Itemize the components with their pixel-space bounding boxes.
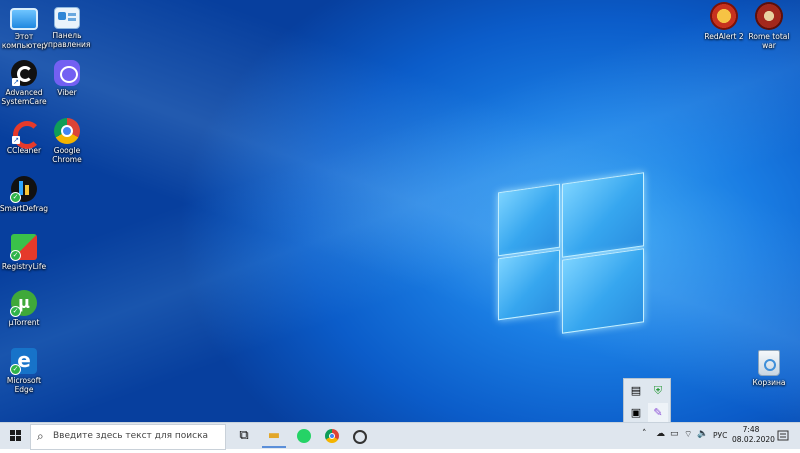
control-panel-icon	[54, 7, 80, 29]
shortcut-arrow-icon: ↗	[12, 136, 20, 144]
battery-icon[interactable]: ▭	[670, 429, 679, 439]
redalert-icon	[710, 2, 738, 30]
edge-icon: e ✓	[10, 348, 37, 375]
search-placeholder: Введите здесь текст для поиска	[53, 431, 209, 441]
viber-icon	[54, 60, 80, 86]
desktop-icon-viber[interactable]: Viber	[39, 60, 95, 97]
clock-time: 7:48	[742, 425, 760, 434]
search-icon: ⌕	[37, 429, 44, 443]
desktop-icon-label: Корзина	[752, 378, 786, 387]
desktop-icon-microsoft-edge[interactable]: e ✓ Microsoft Edge	[0, 348, 52, 394]
desktop-icon-control-panel[interactable]: Панель управления	[39, 4, 95, 49]
task-view-icon[interactable]: ⧉	[232, 424, 256, 448]
light-beam	[0, 0, 800, 422]
systemcare-icon: ↗	[11, 60, 37, 86]
desktop-icon-label: Google Chrome	[52, 146, 82, 164]
sync-check-icon: ✓	[10, 306, 21, 317]
desktop-icon-recycle-bin[interactable]: Корзина	[741, 350, 797, 387]
windows-start-icon	[10, 430, 21, 441]
desktop-icon-label: SmartDefrag	[0, 204, 49, 213]
network-icon[interactable]: ⌔	[684, 429, 692, 440]
media-icon[interactable]	[348, 424, 372, 448]
rome-icon	[755, 2, 783, 30]
network-monitor-icon[interactable]: ▤	[626, 381, 646, 401]
desktop-icon-rome-total-war[interactable]: Rome total war	[741, 2, 797, 50]
desktop[interactable]: Этот компьютер Панель управления ↗ Advan…	[0, 0, 800, 422]
registrylife-icon: ✓	[10, 234, 37, 261]
smartdefrag-icon: ✓	[10, 176, 37, 203]
pen-icon[interactable]: ✎	[648, 403, 668, 422]
desktop-icon-smartdefrag[interactable]: ✓ SmartDefrag	[0, 176, 52, 213]
sync-check-icon: ✓	[10, 250, 21, 261]
ccleaner-icon: ↗	[11, 118, 41, 149]
desktop-icon-label: RegistryLife	[1, 262, 47, 271]
taskbar: ⌕ Введите здесь текст для поиска ⧉ ▬ ˄ ☁…	[0, 422, 800, 450]
sync-check-icon: ✓	[10, 364, 21, 375]
desktop-icon-label: Viber	[57, 88, 77, 97]
file-explorer-icon[interactable]: ▬	[262, 424, 286, 448]
monitor-icon	[10, 8, 38, 30]
desktop-icon-label: Microsoft Edge	[6, 376, 42, 394]
desktop-icon-utorrent[interactable]: µ ✓ µTorrent	[0, 290, 52, 327]
cloud-icon[interactable]: ☁	[656, 429, 665, 439]
chrome-icon[interactable]	[320, 424, 344, 448]
desktop-icon-registrylife[interactable]: ✓ RegistryLife	[0, 234, 52, 271]
sync-check-icon: ✓	[10, 192, 21, 203]
desktop-icon-label: µTorrent	[8, 318, 40, 327]
shortcut-arrow-icon: ↗	[12, 78, 20, 86]
clock[interactable]: 7:48 08.02.2020	[732, 425, 775, 445]
whatsapp-icon[interactable]	[292, 424, 316, 448]
language-indicator[interactable]: РУС	[713, 431, 727, 440]
search-box[interactable]: ⌕ Введите здесь текст для поиска	[30, 424, 226, 450]
start-button[interactable]	[4, 423, 28, 449]
display-icon[interactable]: ▣	[626, 403, 646, 422]
notification-center-icon[interactable]	[776, 428, 790, 442]
desktop-icon-label: Панель управления	[43, 31, 91, 49]
desktop-icon-google-chrome[interactable]: Google Chrome	[39, 118, 95, 164]
recycle-bin-icon	[758, 350, 780, 376]
clock-date: 08.02.2020	[732, 435, 775, 444]
security-shield-icon[interactable]: ⛨	[648, 381, 668, 401]
hidden-icons-popup: ▤ ⛨ ▣ ✎	[623, 378, 671, 422]
chrome-icon	[54, 118, 80, 144]
windows-logo-wallpaper	[480, 170, 655, 334]
desktop-icon-label: Rome total war	[748, 32, 790, 50]
utorrent-icon: µ ✓	[10, 290, 37, 317]
light-beam	[0, 0, 800, 422]
chevron-up-icon[interactable]: ˄	[642, 429, 647, 439]
volume-icon[interactable]: 🔈	[697, 429, 708, 439]
